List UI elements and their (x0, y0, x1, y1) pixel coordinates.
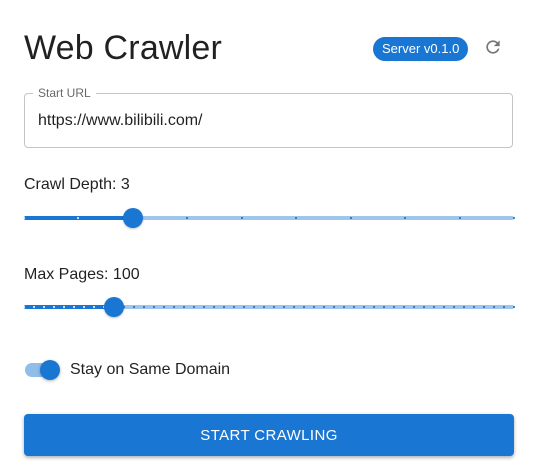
max-pages-mark (443, 306, 445, 308)
crawl-depth-mark (240, 217, 243, 219)
max-pages-thumb[interactable] (104, 297, 124, 317)
max-pages-mark (283, 306, 285, 308)
max-pages-mark (483, 306, 485, 308)
crawl-depth-mark (23, 217, 25, 219)
max-pages-mark (193, 306, 195, 308)
max-pages-mark (93, 306, 95, 308)
max-pages-mark (133, 306, 135, 308)
max-pages-mark (353, 306, 355, 308)
max-pages-mark (73, 306, 75, 308)
max-pages-mark (253, 306, 255, 308)
same-domain-row: Stay on Same Domain (24, 358, 230, 382)
max-pages-mark (153, 306, 155, 308)
same-domain-switch-thumb[interactable] (40, 360, 60, 380)
crawl-depth-slider[interactable] (23, 208, 515, 228)
max-pages-mark (453, 306, 455, 308)
max-pages-mark (83, 306, 85, 308)
max-pages-mark (413, 306, 415, 308)
max-pages-mark (233, 306, 235, 308)
max-pages-mark (263, 306, 265, 308)
max-pages-mark (473, 306, 475, 308)
server-version-badge: Server v0.1.0 (373, 37, 469, 61)
max-pages-mark (53, 306, 55, 308)
max-pages-mark (63, 306, 65, 308)
max-pages-mark (423, 306, 425, 308)
max-pages-mark (43, 306, 45, 308)
max-pages-mark (243, 306, 245, 308)
start-url-input[interactable] (38, 94, 498, 147)
max-pages-mark (503, 306, 505, 308)
max-pages-track (24, 305, 114, 309)
crawl-depth-thumb[interactable] (122, 208, 143, 228)
max-pages-mark (143, 306, 145, 308)
crawl-depth-mark (349, 217, 352, 219)
refresh-button[interactable] (478, 34, 508, 64)
crawl-depth-mark (513, 217, 515, 219)
max-pages-mark (323, 306, 325, 308)
crawl-depth-label: Crawl Depth: 3 (24, 176, 130, 193)
max-pages-mark (33, 306, 35, 308)
max-pages-mark (403, 306, 405, 308)
max-pages-mark (303, 306, 305, 308)
max-pages-mark (203, 306, 205, 308)
max-pages-mark (293, 306, 295, 308)
max-pages-mark (433, 306, 435, 308)
max-pages-mark (343, 306, 345, 308)
start-url-field: Start URL (24, 86, 513, 148)
max-pages-mark (373, 306, 375, 308)
max-pages-mark (513, 306, 515, 308)
max-pages-mark (163, 306, 165, 308)
max-pages-mark (223, 306, 225, 308)
max-pages-mark (273, 306, 275, 308)
max-pages-mark (313, 306, 315, 308)
refresh-icon (483, 37, 503, 62)
max-pages-mark (363, 306, 365, 308)
max-pages-mark (333, 306, 335, 308)
start-crawling-button[interactable]: START CRAWLING (24, 414, 514, 456)
crawl-depth-mark (458, 217, 461, 219)
same-domain-switch[interactable] (24, 358, 62, 382)
same-domain-label: Stay on Same Domain (70, 361, 231, 378)
max-pages-mark (493, 306, 495, 308)
max-pages-mark (23, 306, 25, 308)
max-pages-mark (393, 306, 395, 308)
max-pages-mark (383, 306, 385, 308)
max-pages-slider[interactable] (23, 297, 515, 317)
web-crawler-app: Web Crawler Server v0.1.0 Start URL Craw… (0, 0, 539, 473)
max-pages-mark (173, 306, 175, 308)
header: Web Crawler Server v0.1.0 (24, 26, 515, 70)
max-pages-mark (463, 306, 465, 308)
max-pages-mark (183, 306, 185, 308)
max-pages-label: Max Pages: 100 (24, 266, 140, 283)
max-pages-mark (213, 306, 215, 308)
